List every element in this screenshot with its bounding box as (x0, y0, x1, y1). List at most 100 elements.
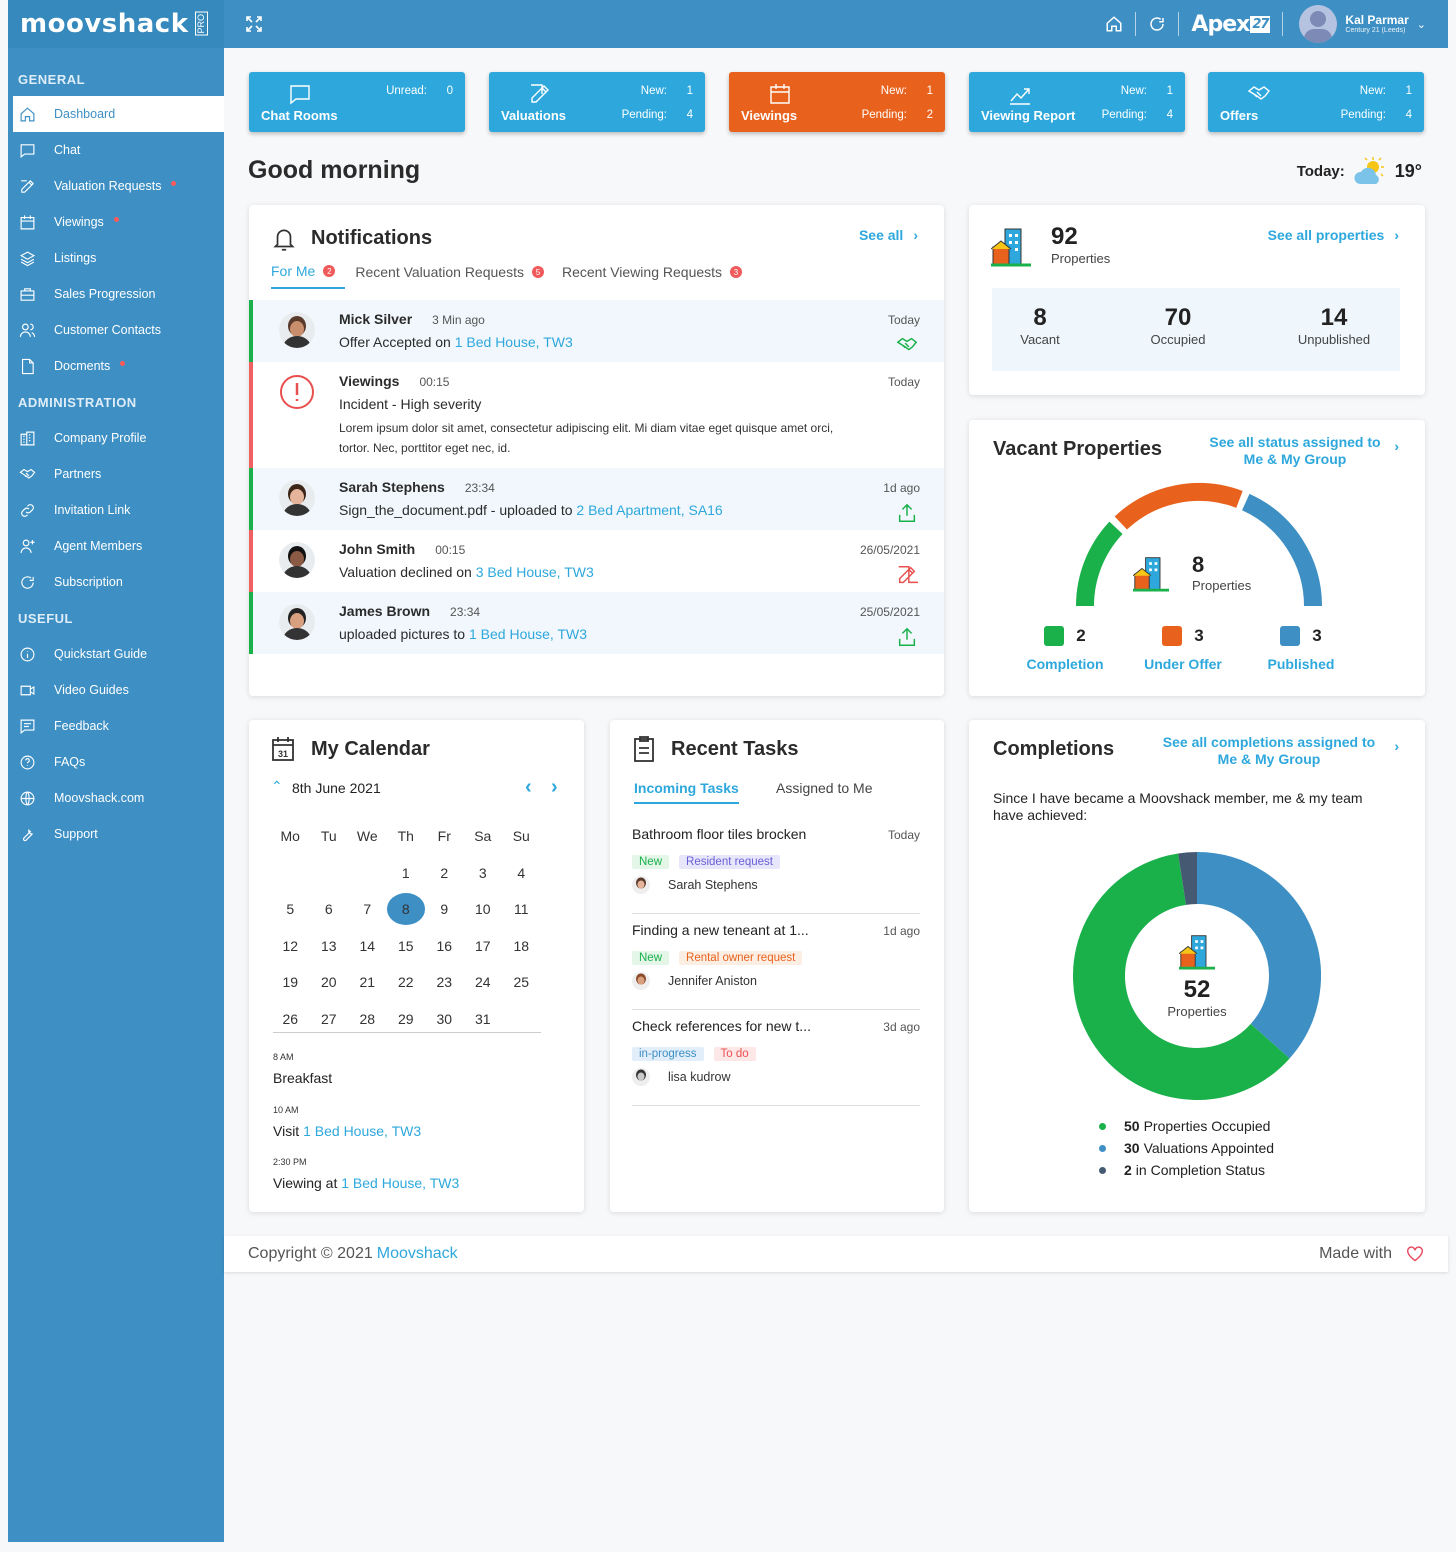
property-link[interactable]: 1 Bed House, TW3 (455, 334, 573, 350)
calendar-day[interactable]: 25 (502, 974, 541, 990)
upload-icon[interactable] (896, 626, 918, 648)
sidebar-item-support[interactable]: Support (8, 816, 224, 852)
notification-item[interactable]: Viewings 00:15 Incident - High severity Lor… (249, 362, 944, 468)
calendar-day[interactable]: 12 (271, 938, 310, 954)
calendar-day[interactable]: 22 (387, 974, 426, 990)
calendar-day[interactable]: 7 (348, 901, 387, 917)
calendar-day[interactable]: 24 (464, 974, 503, 990)
sidebar-item-invitation-link[interactable]: Invitation Link (8, 492, 224, 528)
calendar-day[interactable]: 10 (464, 901, 503, 917)
avatar[interactable] (1299, 5, 1338, 43)
edit-icon[interactable] (896, 564, 926, 586)
tab-assigned-to-me[interactable]: Assigned to Me (776, 780, 873, 796)
calendar-day[interactable]: 26 (271, 1011, 310, 1027)
notification-item[interactable]: Sarah Stephens 23:34 Sign_the_document.pdf… (249, 468, 944, 530)
stat-card-chat-rooms[interactable]: Chat Rooms Unread: 0 (249, 72, 465, 132)
task-item[interactable]: Finding a new teneant at 1... 1d ago New Re… (632, 914, 920, 1010)
chevron-left-icon[interactable]: ‹ (525, 776, 532, 799)
notification-item[interactable]: James Brown 23:34 uploaded pictures to 1 B… (249, 592, 944, 654)
stat-card-valuations[interactable]: Valuations New: 1 Pending: 4 (489, 72, 705, 132)
calendar-day[interactable]: 29 (387, 1011, 426, 1027)
task-item[interactable]: Bathroom floor tiles brocken Today New Resi… (632, 818, 920, 914)
sidebar-item-listings[interactable]: Listings (8, 240, 224, 276)
calendar-day[interactable]: 31 (464, 1011, 503, 1027)
sidebar-item-docments[interactable]: Docments (8, 348, 224, 384)
calendar-event[interactable]: 10 AM Visit 1 Bed House, TW3 (273, 1105, 421, 1139)
property-link[interactable]: 3 Bed House, TW3 (476, 564, 594, 580)
calendar-day[interactable]: 5 (271, 901, 310, 917)
calendar-day[interactable]: 9 (425, 901, 464, 917)
tab-incoming-tasks[interactable]: Incoming Tasks (634, 780, 739, 804)
stat-card-viewing-report[interactable]: Viewing Report New: 1 Pending: 4 (969, 72, 1185, 132)
chevron-down-icon[interactable]: ⌄ (1417, 18, 1426, 31)
property-link[interactable]: 1 Bed House, TW3 (469, 626, 587, 642)
sidebar-item-video-guides[interactable]: Video Guides (8, 672, 224, 708)
brand-logo[interactable]: moovshack PRO (8, 0, 224, 48)
calendar-day[interactable]: 8 (386, 893, 425, 926)
calendar-day[interactable]: 17 (464, 938, 503, 954)
handshake-icon[interactable] (896, 334, 918, 356)
notification-item[interactable]: Mick Silver 3 Min ago Offer Accepted on 1 … (249, 300, 944, 362)
sidebar-item-dashboard[interactable]: Dashboard (13, 96, 224, 132)
sidebar-item-customer-contacts[interactable]: Customer Contacts (8, 312, 224, 348)
sidebar-item-company-profile[interactable]: Company Profile (8, 420, 224, 456)
user-info[interactable]: Kal Parmar Century 21 (Leeds) (1345, 14, 1408, 35)
sidebar-item-valuation-requests[interactable]: Valuation Requests (8, 168, 224, 204)
calendar-day[interactable]: 1 (387, 865, 426, 881)
stat-card-viewings[interactable]: Viewings New: 1 Pending: 2 (729, 72, 945, 132)
completions-title: Completions (993, 738, 1115, 760)
property-link[interactable]: 1 Bed House, TW3 (341, 1175, 459, 1191)
calendar-event[interactable]: 8 AM Breakfast (273, 1052, 332, 1086)
sidebar-item-feedback[interactable]: Feedback (8, 708, 224, 744)
vacant-legend-published[interactable]: 3 Published (1229, 626, 1373, 672)
calendar-day[interactable]: 4 (502, 865, 541, 881)
stat-card-offers[interactable]: Offers New: 1 Pending: 4 (1208, 72, 1424, 132)
notification-item[interactable]: John Smith 00:15 Valuation declined on 3 B… (249, 530, 944, 592)
calendar-day[interactable]: 23 (425, 974, 464, 990)
apex-logo[interactable]: Apex 27 (1191, 12, 1271, 37)
sidebar-item-partners[interactable]: Partners (8, 456, 224, 492)
calendar-day[interactable]: 27 (310, 1011, 349, 1027)
calendar-day[interactable]: 16 (425, 938, 464, 954)
expand-icon[interactable] (246, 16, 262, 32)
tab-recent-valuation-requests[interactable]: Recent Valuation Requests 5 (355, 263, 544, 289)
property-link[interactable]: 2 Bed Apartment, SA16 (576, 502, 722, 518)
calendar-day[interactable]: 2 (425, 865, 464, 881)
footer-brand-link[interactable]: Moovshack (377, 1245, 458, 1263)
calendar-day[interactable]: 14 (348, 938, 387, 954)
calendar-day[interactable]: 3 (464, 865, 503, 881)
calendar-day[interactable]: 6 (310, 901, 349, 917)
sidebar-item-sales-progression[interactable]: Sales Progression (8, 276, 224, 312)
sidebar-item-quickstart-guide[interactable]: Quickstart Guide (8, 636, 224, 672)
tab-for-me[interactable]: For Me 2 (271, 263, 346, 289)
globe-icon (18, 789, 36, 807)
see-all-link[interactable]: See all › (859, 227, 918, 245)
see-all-properties-link[interactable]: See all properties › (1268, 227, 1399, 245)
sidebar-item-faqs[interactable]: FAQs (8, 744, 224, 780)
sidebar-item-subscription[interactable]: Subscription (8, 564, 224, 600)
calendar-day[interactable]: 30 (425, 1011, 464, 1027)
see-all-completions-link[interactable]: See all completions assigned to Me & My … (1159, 734, 1379, 768)
tab-recent-viewing-requests[interactable]: Recent Viewing Requests 3 (562, 263, 743, 289)
sidebar-item-agent-members[interactable]: Agent Members (8, 528, 224, 564)
upload-icon[interactable] (896, 502, 918, 524)
property-link[interactable]: 1 Bed House, TW3 (303, 1123, 421, 1139)
calendar-day[interactable]: 19 (271, 974, 310, 990)
sidebar-item-chat[interactable]: Chat (8, 132, 224, 168)
calendar-day[interactable]: 15 (387, 938, 426, 954)
sidebar-item-moovshack-com[interactable]: Moovshack.com (8, 780, 224, 816)
refresh-icon[interactable] (1148, 15, 1166, 33)
chevron-right-icon[interactable]: › (551, 776, 558, 799)
sidebar-item-viewings[interactable]: Viewings (8, 204, 224, 240)
task-item[interactable]: Check references for new t... 3d ago in-pr… (632, 1010, 920, 1106)
calendar-event[interactable]: 2:30 PM Viewing at 1 Bed House, TW3 (273, 1157, 459, 1191)
calendar-day[interactable]: 13 (310, 938, 349, 954)
calendar-day[interactable]: 11 (502, 901, 541, 917)
calendar-day[interactable]: 21 (348, 974, 387, 990)
see-all-status-link[interactable]: See all status assigned to Me & My Group (1205, 434, 1385, 468)
calendar-day[interactable]: 20 (310, 974, 349, 990)
calendar-day[interactable]: 18 (502, 938, 541, 954)
calendar-day[interactable]: 28 (348, 1011, 387, 1027)
chevron-up-icon[interactable]: ⌃ (271, 778, 283, 795)
home-icon[interactable] (1105, 15, 1123, 33)
